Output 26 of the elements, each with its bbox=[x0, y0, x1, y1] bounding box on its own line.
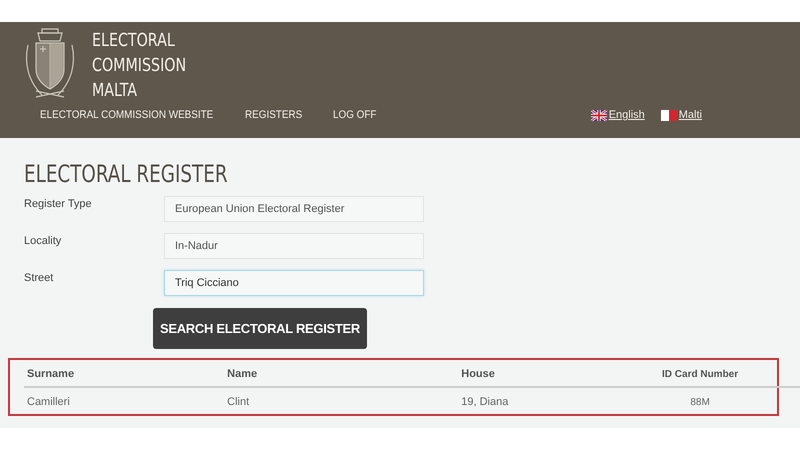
nav-link[interactable]: REGISTERS bbox=[244, 109, 302, 121]
page-heading: ELECTORAL REGISTER bbox=[24, 160, 228, 188]
nav-link[interactable]: ELECTORAL COMMISSION WEBSITE bbox=[40, 109, 214, 121]
language-link[interactable]: English bbox=[608, 109, 645, 121]
input-field[interactable]: Triq Cicciano bbox=[164, 270, 424, 296]
field-label: Street bbox=[24, 272, 54, 284]
column-header: House bbox=[458, 364, 600, 387]
site-title: MALTA bbox=[92, 79, 138, 103]
input-field[interactable]: European Union Electoral Register bbox=[164, 196, 424, 222]
column-header: Surname bbox=[24, 364, 224, 387]
search-button[interactable]: SEARCH ELECTORAL REGISTER bbox=[153, 308, 367, 349]
language-link[interactable]: Malti bbox=[678, 109, 702, 121]
input-field[interactable]: In-Nadur bbox=[164, 233, 424, 259]
nav-link[interactable]: LOG OFF bbox=[333, 109, 377, 121]
column-header: ID Card Number bbox=[600, 364, 800, 387]
column-header: Name bbox=[224, 364, 458, 387]
site-title: ELECTORAL bbox=[92, 29, 175, 53]
malta-flag-icon bbox=[660, 110, 677, 120]
field-label: Locality bbox=[24, 235, 62, 247]
table-cell: Clint bbox=[224, 387, 458, 412]
table-cell: Camilleri bbox=[24, 387, 224, 412]
site-title: COMMISSION bbox=[92, 54, 186, 78]
table-cell: 88M bbox=[600, 387, 800, 412]
uk-flag-icon bbox=[590, 110, 607, 120]
table-cell: 19, Diana bbox=[458, 387, 600, 412]
field-label: Register Type bbox=[24, 198, 92, 210]
